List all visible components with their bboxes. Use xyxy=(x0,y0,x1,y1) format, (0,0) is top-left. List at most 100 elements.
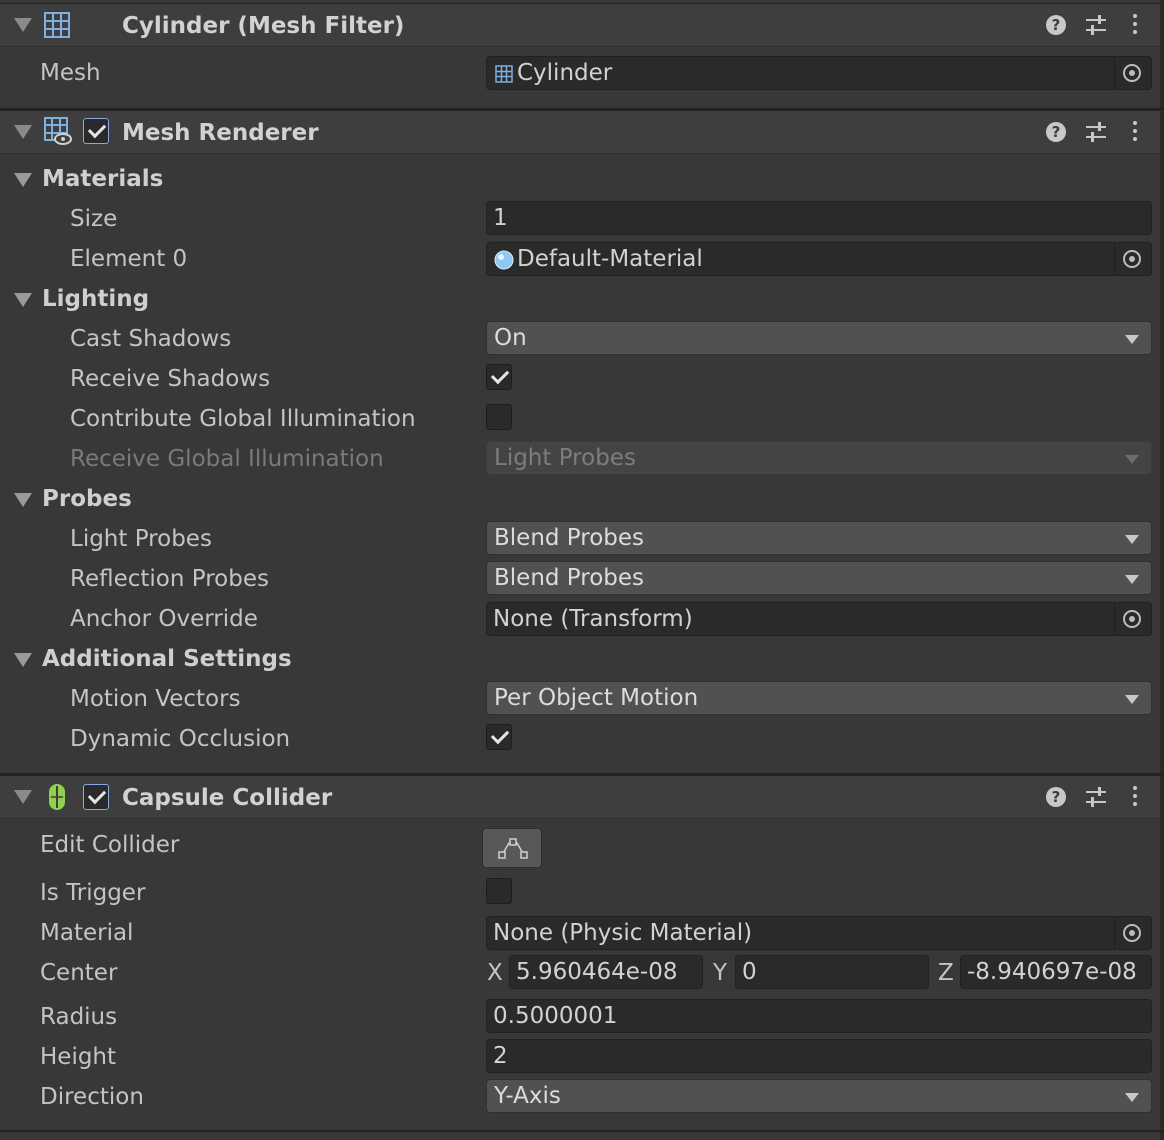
mesh-filter-header[interactable]: Cylinder (Mesh Filter) ? xyxy=(0,3,1160,47)
probes-section-label[interactable]: Probes xyxy=(42,486,132,512)
reflection-probes-label: Reflection Probes xyxy=(70,566,269,592)
center-x-input[interactable]: 5.960464e-08 xyxy=(509,955,703,989)
edit-bounds-icon xyxy=(498,838,528,859)
mesh-renderer-icon xyxy=(44,117,72,145)
object-picker-icon[interactable] xyxy=(1114,603,1151,635)
mesh-object-field[interactable]: Cylinder xyxy=(486,56,1152,90)
reflection-probes-value: Blend Probes xyxy=(494,565,645,591)
center-x-label[interactable]: X xyxy=(487,960,503,986)
cast-shadows-dropdown[interactable]: On xyxy=(486,321,1152,355)
center-label: Center xyxy=(40,960,118,986)
element0-label: Element 0 xyxy=(70,246,188,272)
mesh-label: Mesh xyxy=(40,60,101,86)
center-x-value: 5.960464e-08 xyxy=(516,959,678,985)
center-z-input[interactable]: -8.940697e-08 xyxy=(960,955,1152,989)
lighting-section-label[interactable]: Lighting xyxy=(42,286,149,312)
help-icon[interactable]: ? xyxy=(1046,15,1066,35)
dynamic-occlusion-checkbox[interactable] xyxy=(486,724,512,750)
receive-gi-label: Receive Global Illumination xyxy=(70,446,384,472)
cast-shadows-label: Cast Shadows xyxy=(70,326,232,352)
additional-settings-section-label[interactable]: Additional Settings xyxy=(42,646,292,672)
materials-section-label[interactable]: Materials xyxy=(42,166,163,192)
divider xyxy=(0,1130,1164,1132)
component-title: Capsule Collider xyxy=(122,785,333,811)
size-input[interactable]: 1 xyxy=(486,201,1152,235)
contribute-gi-label: Contribute Global Illumination xyxy=(70,406,416,432)
dropdown-arrow-icon xyxy=(1125,575,1139,584)
element0-value: Default-Material xyxy=(517,246,703,272)
direction-value: Y-Axis xyxy=(494,1083,561,1109)
height-input[interactable]: 2 xyxy=(486,1039,1152,1073)
mesh-value: Cylinder xyxy=(517,60,613,86)
object-picker-icon[interactable] xyxy=(1114,243,1151,275)
element0-object-field[interactable]: Default-Material xyxy=(486,242,1152,276)
material-object-field[interactable]: None (Physic Material) xyxy=(486,916,1152,950)
center-y-label[interactable]: Y xyxy=(713,960,727,986)
height-label: Height xyxy=(40,1044,117,1070)
dropdown-arrow-icon xyxy=(1125,695,1139,704)
reflection-probes-dropdown[interactable]: Blend Probes xyxy=(486,561,1152,595)
object-picker-icon[interactable] xyxy=(1114,917,1151,949)
light-probes-label: Light Probes xyxy=(70,526,212,552)
receive-gi-dropdown: Light Probes xyxy=(486,441,1152,475)
anchor-override-label: Anchor Override xyxy=(70,606,258,632)
radius-value: 0.5000001 xyxy=(493,1003,618,1029)
light-probes-dropdown[interactable]: Blend Probes xyxy=(486,521,1152,555)
mesh-grid-icon xyxy=(495,65,513,83)
is-trigger-label: Is Trigger xyxy=(40,880,146,906)
center-y-value: 0 xyxy=(742,959,757,985)
center-z-value: -8.940697e-08 xyxy=(967,959,1137,985)
anchor-override-object-field[interactable]: None (Transform) xyxy=(486,602,1152,636)
edit-collider-button[interactable] xyxy=(482,828,542,868)
motion-vectors-label: Motion Vectors xyxy=(70,686,241,712)
presets-icon[interactable] xyxy=(1086,122,1108,142)
center-z-label[interactable]: Z xyxy=(938,960,954,986)
additional-settings-foldout-icon[interactable] xyxy=(14,653,32,667)
capsule-collider-icon xyxy=(49,784,65,810)
cast-shadows-value: On xyxy=(494,325,527,351)
foldout-arrow-icon[interactable] xyxy=(14,125,32,139)
context-menu-icon[interactable] xyxy=(1133,121,1139,143)
presets-icon[interactable] xyxy=(1086,787,1108,807)
light-probes-value: Blend Probes xyxy=(494,525,645,551)
probes-foldout-icon[interactable] xyxy=(14,493,32,507)
context-menu-icon[interactable] xyxy=(1133,14,1139,36)
contribute-gi-checkbox[interactable] xyxy=(486,404,512,430)
receive-gi-value: Light Probes xyxy=(494,445,636,471)
component-title: Cylinder (Mesh Filter) xyxy=(122,13,405,39)
context-menu-icon[interactable] xyxy=(1133,786,1139,808)
material-value: None (Physic Material) xyxy=(493,920,753,946)
edit-collider-label: Edit Collider xyxy=(40,832,180,858)
foldout-arrow-icon[interactable] xyxy=(14,790,32,804)
center-y-input[interactable]: 0 xyxy=(735,955,929,989)
object-picker-icon[interactable] xyxy=(1114,57,1151,89)
material-sphere-icon xyxy=(494,250,514,270)
lighting-foldout-icon[interactable] xyxy=(14,293,32,307)
mesh-renderer-header[interactable]: Mesh Renderer ? xyxy=(0,110,1160,154)
presets-icon[interactable] xyxy=(1086,15,1108,35)
radius-input[interactable]: 0.5000001 xyxy=(486,999,1152,1033)
direction-dropdown[interactable]: Y-Axis xyxy=(486,1079,1152,1113)
motion-vectors-value: Per Object Motion xyxy=(494,685,699,711)
height-value: 2 xyxy=(493,1043,508,1069)
receive-shadows-checkbox[interactable] xyxy=(486,364,512,390)
capsule-collider-header[interactable]: Capsule Collider ? xyxy=(0,775,1160,819)
size-value: 1 xyxy=(493,205,508,231)
dropdown-arrow-icon xyxy=(1125,1093,1139,1102)
materials-foldout-icon[interactable] xyxy=(14,173,32,187)
enabled-checkbox[interactable] xyxy=(83,118,109,144)
is-trigger-checkbox[interactable] xyxy=(486,878,512,904)
enabled-checkbox[interactable] xyxy=(83,784,109,810)
motion-vectors-dropdown[interactable]: Per Object Motion xyxy=(486,681,1152,715)
help-icon[interactable]: ? xyxy=(1046,122,1066,142)
foldout-arrow-icon[interactable] xyxy=(14,18,32,32)
help-icon[interactable]: ? xyxy=(1046,787,1066,807)
mesh-grid-icon xyxy=(44,12,70,38)
material-label: Material xyxy=(40,920,134,946)
component-title: Mesh Renderer xyxy=(122,120,319,146)
size-label: Size xyxy=(70,206,118,232)
anchor-override-value: None (Transform) xyxy=(493,606,693,632)
receive-shadows-label: Receive Shadows xyxy=(70,366,271,392)
dropdown-arrow-icon xyxy=(1125,535,1139,544)
scrollbar[interactable] xyxy=(1160,0,1164,1140)
